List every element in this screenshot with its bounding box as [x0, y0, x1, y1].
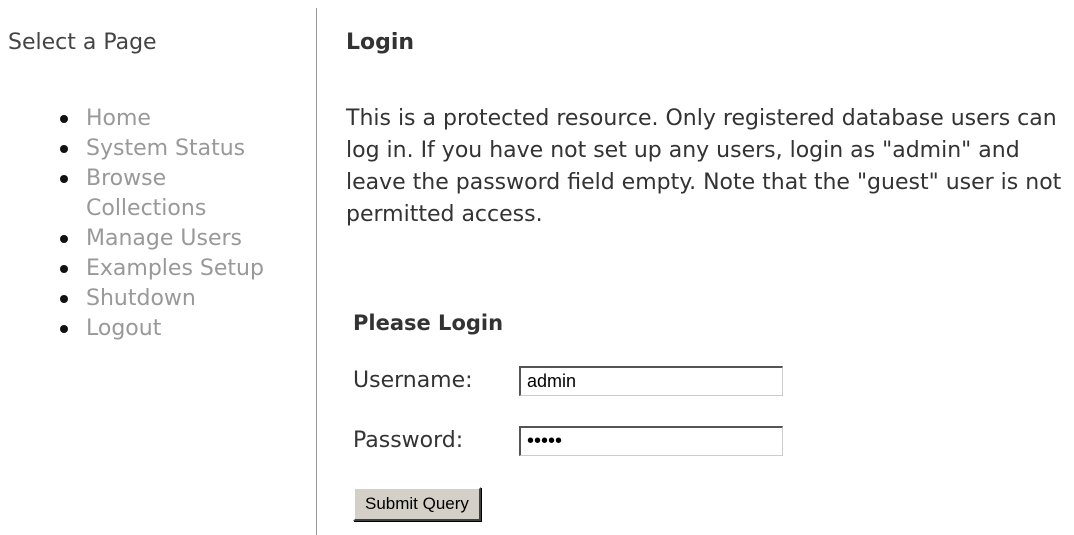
- password-input[interactable]: [519, 426, 783, 456]
- page-title: Login: [346, 30, 415, 55]
- sidebar-item-manage-users[interactable]: Manage Users: [60, 224, 310, 254]
- password-label: Password:: [353, 428, 464, 453]
- page: Select a Page Home System Status Browse …: [0, 0, 1074, 535]
- password-row: Password:: [353, 424, 853, 462]
- sidebar-nav: Home System Status Browse Collections Ma…: [60, 104, 310, 344]
- username-row: Username:: [353, 364, 853, 402]
- sidebar-link-shutdown[interactable]: Shutdown: [86, 284, 310, 314]
- sidebar-item-system-status[interactable]: System Status: [60, 134, 310, 164]
- sidebar-link-system-status[interactable]: System Status: [86, 134, 310, 164]
- sidebar-link-logout[interactable]: Logout: [86, 314, 310, 344]
- bullet-icon: [60, 325, 68, 333]
- sidebar-title: Select a Page: [8, 30, 157, 55]
- sidebar-item-home[interactable]: Home: [60, 104, 310, 134]
- vertical-divider: [316, 8, 317, 535]
- bullet-icon: [60, 115, 68, 123]
- intro-text: This is a protected resource. Only regis…: [346, 106, 1062, 227]
- submit-button[interactable]: Submit Query: [353, 487, 481, 521]
- sidebar: Select a Page Home System Status Browse …: [0, 0, 316, 535]
- sidebar-item-browse-collections[interactable]: Browse Collections: [60, 164, 246, 224]
- bullet-icon: [60, 175, 68, 183]
- sidebar-link-manage-users[interactable]: Manage Users: [86, 224, 310, 254]
- username-label: Username:: [353, 368, 473, 393]
- username-input[interactable]: [519, 366, 783, 396]
- sidebar-link-examples-setup[interactable]: Examples Setup: [86, 254, 310, 284]
- main-content: Login This is a protected resource. Only…: [346, 0, 1066, 535]
- sidebar-link-home[interactable]: Home: [86, 104, 310, 134]
- sidebar-link-browse-collections[interactable]: Browse Collections: [86, 164, 246, 224]
- sidebar-item-shutdown[interactable]: Shutdown: [60, 284, 310, 314]
- sidebar-item-logout[interactable]: Logout: [60, 314, 310, 344]
- bullet-icon: [60, 265, 68, 273]
- login-heading: Please Login: [353, 311, 504, 335]
- bullet-icon: [60, 145, 68, 153]
- bullet-icon: [60, 235, 68, 243]
- bullet-icon: [60, 295, 68, 303]
- sidebar-item-examples-setup[interactable]: Examples Setup: [60, 254, 310, 284]
